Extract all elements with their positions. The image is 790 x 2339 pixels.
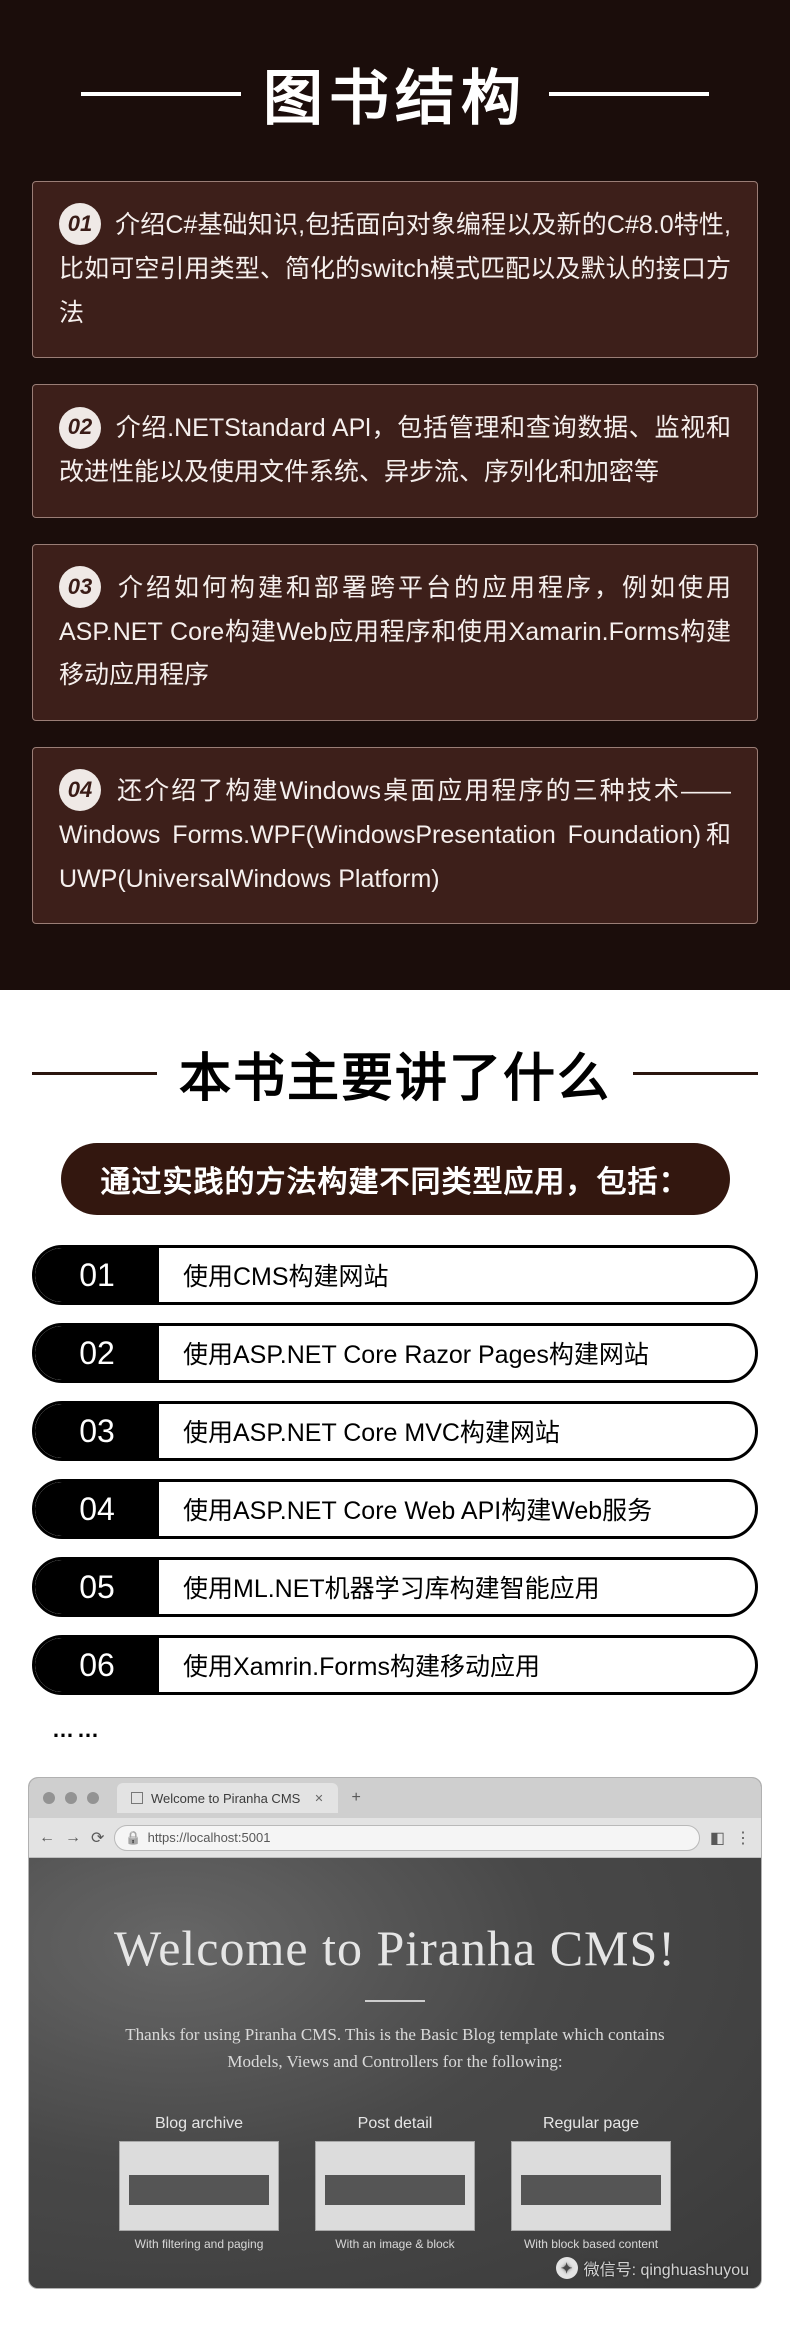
item-text: 介绍.NETStandard APl，包括管理和查询数据、监视和改进性能以及使用… xyxy=(59,414,731,486)
card-caption: With filtering and paging xyxy=(119,2237,279,2251)
browser-screenshot: Welcome to Piranha CMS ✕ + ← → ⟳ 🔒 https… xyxy=(0,1777,790,2339)
item-badge: 03 xyxy=(59,566,101,608)
topic-num: 04 xyxy=(35,1482,159,1536)
structure-item: 01介绍C#基础知识,包括面向对象编程以及新的C#8.0特性,比如可空引用类型、… xyxy=(32,181,758,358)
browser-tabbar: Welcome to Piranha CMS ✕ + xyxy=(29,1778,761,1818)
back-icon[interactable]: ← xyxy=(39,1829,55,1847)
rule-left xyxy=(32,1072,157,1075)
topic-text: 使用ASP.NET Core Web API构建Web服务 xyxy=(159,1491,652,1527)
topic-text: 使用ASP.NET Core MVC构建网站 xyxy=(159,1413,560,1449)
section2-title: 本书主要讲了什么 xyxy=(179,1036,611,1111)
topic-item: 04 使用ASP.NET Core Web API构建Web服务 xyxy=(32,1479,758,1539)
topic-text: 使用ML.NET机器学习库构建智能应用 xyxy=(159,1569,600,1605)
url-text: https://localhost:5001 xyxy=(148,1830,271,1845)
feature-card: Blog archive With filtering and paging xyxy=(119,2115,279,2251)
topic-num: 06 xyxy=(35,1638,159,1692)
topic-text: 使用CMS构建网站 xyxy=(159,1257,389,1293)
card-title: Post detail xyxy=(315,2115,475,2133)
section2-subtitle: 通过实践的方法构建不同类型应用，包括： xyxy=(61,1143,730,1215)
lock-icon: 🔒 xyxy=(125,1830,141,1846)
rule-right xyxy=(633,1072,758,1075)
ellipsis: …… xyxy=(32,1713,758,1757)
book-topics-panel: 本书主要讲了什么 通过实践的方法构建不同类型应用，包括： 01 使用CMS构建网… xyxy=(0,990,790,1777)
menu-icon[interactable]: ⋮ xyxy=(735,1828,751,1848)
topic-num: 05 xyxy=(35,1560,159,1614)
page-content: Welcome to Piranha CMS! Thanks for using… xyxy=(29,1858,761,2288)
topic-num: 02 xyxy=(35,1326,159,1380)
card-caption: With block based content xyxy=(511,2237,671,2251)
item-badge: 04 xyxy=(59,769,101,811)
card-title: Blog archive xyxy=(119,2115,279,2133)
hero-subtitle: Thanks for using Piranha CMS. This is th… xyxy=(125,2022,665,2075)
traffic-light-icon xyxy=(43,1792,55,1804)
section1-title-row: 图书结构 xyxy=(32,50,758,137)
reload-icon[interactable]: ⟳ xyxy=(91,1828,104,1848)
item-badge: 02 xyxy=(59,407,101,449)
browser-addressbar: ← → ⟳ 🔒 https://localhost:5001 ◧ ⋮ xyxy=(29,1818,761,1858)
browser-tab[interactable]: Welcome to Piranha CMS ✕ xyxy=(117,1783,338,1813)
structure-item: 04还介绍了构建Windows桌面应用程序的三种技术——Windows Form… xyxy=(32,747,758,924)
traffic-light-icon xyxy=(87,1792,99,1804)
rule-right xyxy=(549,92,709,96)
card-thumbnail xyxy=(119,2141,279,2231)
page-icon xyxy=(131,1792,143,1804)
structure-item: 03介绍如何构建和部署跨平台的应用程序，例如使用ASP.NET Core构建We… xyxy=(32,544,758,721)
card-thumbnail xyxy=(511,2141,671,2231)
structure-item: 02介绍.NETStandard APl，包括管理和查询数据、监视和改进性能以及… xyxy=(32,384,758,518)
rule-left xyxy=(81,92,241,96)
hero-divider xyxy=(365,2000,425,2002)
item-text: 介绍C#基础知识,包括面向对象编程以及新的C#8.0特性,比如可空引用类型、简化… xyxy=(59,211,731,327)
hero-title: Welcome to Piranha CMS! xyxy=(49,1918,741,1978)
url-field[interactable]: 🔒 https://localhost:5001 xyxy=(114,1825,699,1851)
close-tab-icon[interactable]: ✕ xyxy=(314,1792,323,1805)
topic-num: 03 xyxy=(35,1404,159,1458)
item-text: 还介绍了构建Windows桌面应用程序的三种技术——Windows Forms.… xyxy=(59,777,731,893)
wechat-icon: ✦ xyxy=(556,2257,578,2279)
feature-cards: Blog archive With filtering and paging P… xyxy=(49,2115,741,2251)
card-thumbnail xyxy=(315,2141,475,2231)
traffic-light-icon xyxy=(65,1792,77,1804)
feature-card: Regular page With block based content xyxy=(511,2115,671,2251)
forward-icon[interactable]: → xyxy=(65,1829,81,1847)
topic-item: 01 使用CMS构建网站 xyxy=(32,1245,758,1305)
wechat-id: 微信号: qinghuashuyou xyxy=(584,2256,749,2280)
feature-card: Post detail With an image & block xyxy=(315,2115,475,2251)
new-tab-icon[interactable]: + xyxy=(352,1789,361,1807)
card-caption: With an image & block xyxy=(315,2237,475,2251)
topic-text: 使用ASP.NET Core Razor Pages构建网站 xyxy=(159,1335,649,1371)
topic-item: 02 使用ASP.NET Core Razor Pages构建网站 xyxy=(32,1323,758,1383)
section2-title-row: 本书主要讲了什么 xyxy=(32,1036,758,1111)
browser-window: Welcome to Piranha CMS ✕ + ← → ⟳ 🔒 https… xyxy=(28,1777,762,2289)
topic-item: 03 使用ASP.NET Core MVC构建网站 xyxy=(32,1401,758,1461)
topic-item: 05 使用ML.NET机器学习库构建智能应用 xyxy=(32,1557,758,1617)
extension-icon[interactable]: ◧ xyxy=(710,1828,725,1848)
topic-item: 06 使用Xamrin.Forms构建移动应用 xyxy=(32,1635,758,1695)
item-text: 介绍如何构建和部署跨平台的应用程序，例如使用ASP.NET Core构建Web应… xyxy=(59,574,731,690)
wechat-watermark: ✦ 微信号: qinghuashuyou xyxy=(556,2256,749,2280)
card-title: Regular page xyxy=(511,2115,671,2133)
topic-text: 使用Xamrin.Forms构建移动应用 xyxy=(159,1647,540,1683)
book-structure-panel: 图书结构 01介绍C#基础知识,包括面向对象编程以及新的C#8.0特性,比如可空… xyxy=(0,0,790,990)
section1-title: 图书结构 xyxy=(263,50,527,137)
item-badge: 01 xyxy=(59,203,101,245)
tab-title: Welcome to Piranha CMS xyxy=(151,1791,300,1806)
topic-num: 01 xyxy=(35,1248,159,1302)
